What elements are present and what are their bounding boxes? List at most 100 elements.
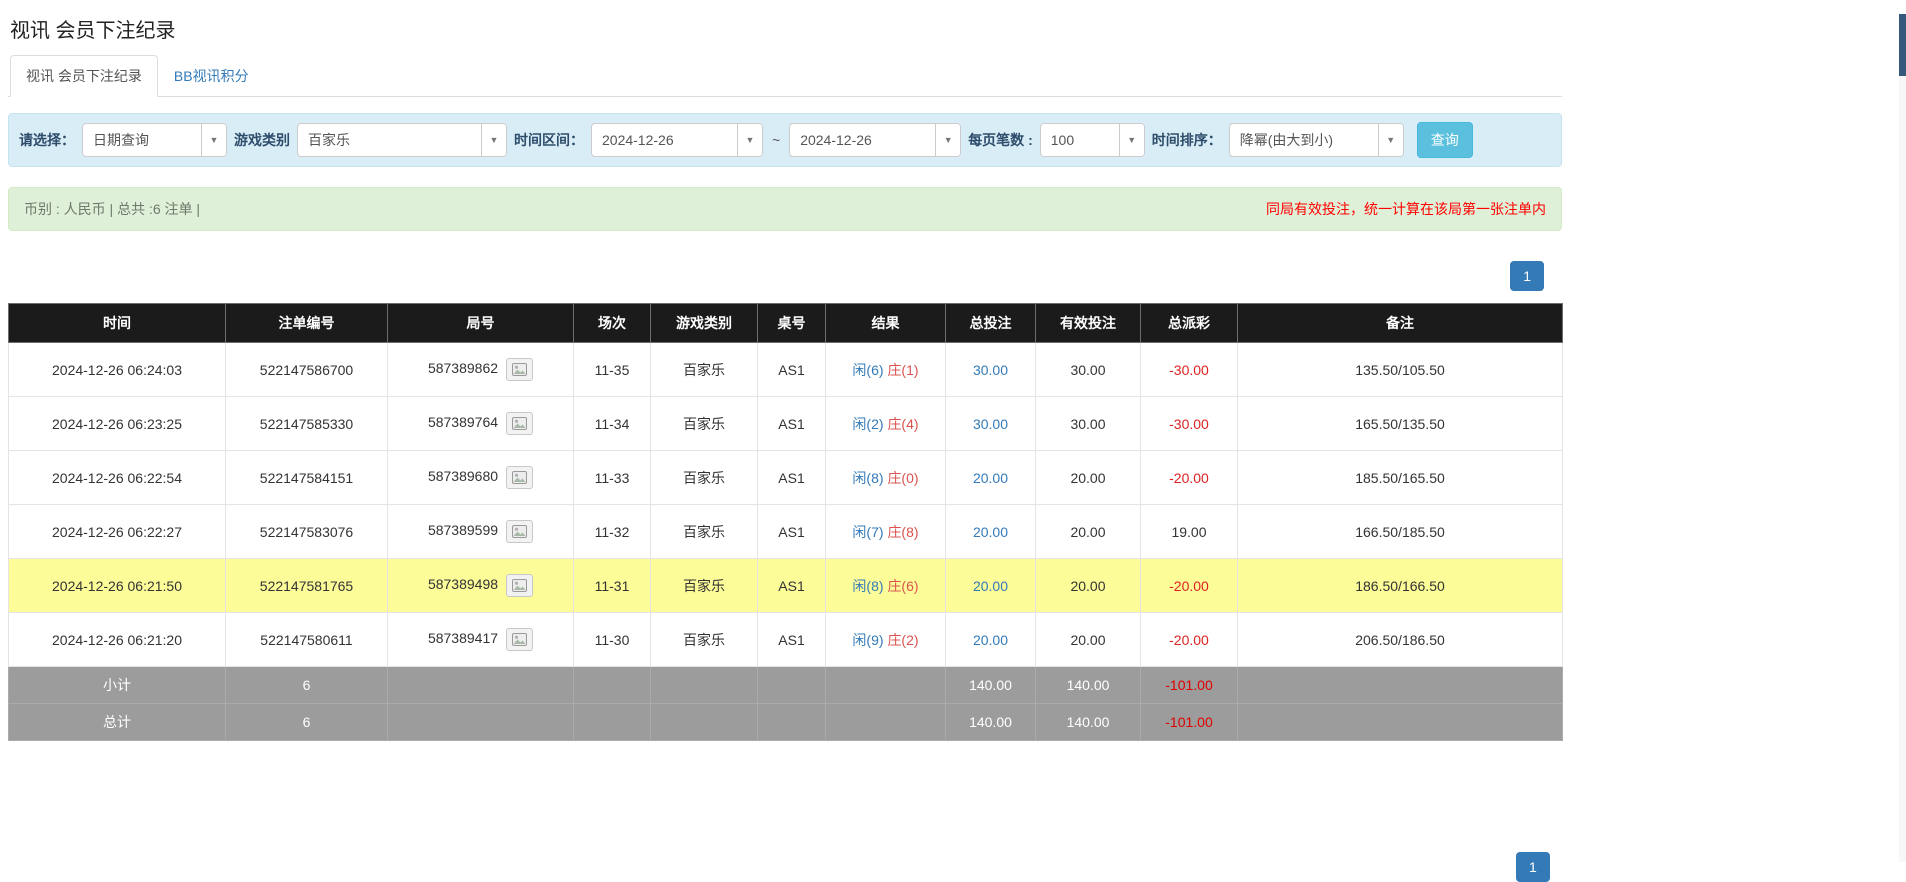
video-snapshot-icon [512,633,527,646]
scrollbar[interactable] [1899,14,1906,862]
cell-session: 11-31 [574,559,651,613]
table-row: 2024-12-26 06:21:50522147581765587389498… [9,559,1563,613]
table-row: 2024-12-26 06:21:20522147580611587389417… [9,613,1563,667]
result-player: 闲(6) [852,362,883,378]
round-video-button[interactable] [506,358,533,381]
round-video-button[interactable] [506,466,533,489]
round-video-button[interactable] [506,412,533,435]
cell-game-type: 百家乐 [651,505,758,559]
table-row: 2024-12-26 06:23:25522147585330587389764… [9,397,1563,451]
cell-round: 587389764 [388,397,574,451]
result-banker: 庄(6) [887,578,918,594]
cell-time: 2024-12-26 06:23:25 [9,397,226,451]
chevron-down-icon: ▼ [737,124,762,156]
column-header: 场次 [574,304,651,343]
cell-remark: 135.50/105.50 [1238,343,1563,397]
cell-valid-bet: 20.00 [1036,451,1141,505]
footer-empty-cell [388,667,574,704]
main-content: 视讯 会员下注纪录 视讯 会员下注纪录 BB视讯积分 请选择： 日期查询 ▼ 游… [8,14,1562,741]
footer-empty-cell [826,704,946,741]
game-type-value: 百家乐 [298,124,481,156]
total-bet-link[interactable]: 20.00 [973,632,1008,648]
cell-game-type: 百家乐 [651,397,758,451]
footer-empty-cell [651,704,758,741]
round-number: 587389764 [428,414,498,430]
query-type-value: 日期查询 [83,124,201,156]
chevron-down-icon: ▼ [1378,124,1403,156]
total-bet-link[interactable]: 30.00 [973,362,1008,378]
round-video-button[interactable] [506,574,533,597]
cell-session: 11-35 [574,343,651,397]
query-type-label: 请选择： [19,130,75,150]
cell-time: 2024-12-26 06:21:20 [9,613,226,667]
cell-session: 11-33 [574,451,651,505]
date-to-value: 2024-12-26 [790,124,935,156]
table-footer-row: 小计6140.00140.00-101.00 [9,667,1563,704]
footer-remark [1238,667,1563,704]
footer-label: 总计 [9,704,226,741]
footer-count: 6 [226,704,388,741]
column-header: 桌号 [758,304,826,343]
round-video-button[interactable] [506,520,533,543]
total-bet-link[interactable]: 20.00 [973,470,1008,486]
column-header: 局号 [388,304,574,343]
cell-valid-bet: 20.00 [1036,613,1141,667]
date-from-value: 2024-12-26 [592,124,737,156]
video-snapshot-icon [512,525,527,538]
table-row: 2024-12-26 06:24:03522147586700587389862… [9,343,1563,397]
footer-label: 小计 [9,667,226,704]
column-header: 结果 [826,304,946,343]
total-bet-link[interactable]: 20.00 [973,524,1008,540]
cell-result: 闲(6) 庄(1) [826,343,946,397]
cell-valid-bet: 30.00 [1036,397,1141,451]
column-header: 有效投注 [1036,304,1141,343]
cell-game-type: 百家乐 [651,343,758,397]
cell-session: 11-32 [574,505,651,559]
search-button[interactable]: 查询 [1417,122,1473,158]
pagination-top: 1 [8,261,1562,291]
chevron-down-icon: ▼ [481,124,506,156]
round-number: 587389862 [428,360,498,376]
video-snapshot-icon [512,363,527,376]
game-type-select[interactable]: 百家乐 ▼ [297,123,507,157]
date-from-input[interactable]: 2024-12-26 ▼ [591,123,763,157]
round-number: 587389417 [428,630,498,646]
page-size-value: 100 [1041,124,1119,156]
time-range-label: 时间区间： [514,130,584,150]
cell-total-bet: 20.00 [946,505,1036,559]
result-banker: 庄(8) [887,524,918,540]
total-bet-link[interactable]: 30.00 [973,416,1008,432]
scrollbar-thumb[interactable] [1899,14,1906,76]
sort-order-label: 时间排序： [1152,130,1222,150]
footer-empty-cell [388,704,574,741]
date-to-input[interactable]: 2024-12-26 ▼ [789,123,961,157]
cell-valid-bet: 30.00 [1036,343,1141,397]
cell-round: 587389417 [388,613,574,667]
query-type-select[interactable]: 日期查询 ▼ [82,123,227,157]
page-button-1[interactable]: 1 [1510,261,1544,291]
cell-round: 587389862 [388,343,574,397]
tab-betting-records[interactable]: 视讯 会员下注纪录 [10,55,158,97]
page-size-select[interactable]: 100 ▼ [1040,123,1145,157]
cell-time: 2024-12-26 06:22:27 [9,505,226,559]
cell-payout: -30.00 [1141,397,1238,451]
summary-note-text: 同局有效投注，统一计算在该局第一张注单内 [1266,199,1546,219]
round-video-button[interactable] [506,628,533,651]
cell-total-bet: 20.00 [946,451,1036,505]
cell-table-no: AS1 [758,613,826,667]
game-type-label: 游戏类别 [234,130,290,150]
total-bet-link[interactable]: 20.00 [973,578,1008,594]
betting-records-table: 时间注单编号局号场次游戏类别桌号结果总投注有效投注总派彩备注 2024-12-2… [8,303,1563,741]
footer-count: 6 [226,667,388,704]
tab-bb-video-points[interactable]: BB视讯积分 [158,55,265,97]
sort-order-select[interactable]: 降幂(由大到小) ▼ [1229,123,1404,157]
cell-table-no: AS1 [758,559,826,613]
chevron-down-icon: ▼ [935,124,960,156]
cell-session: 11-34 [574,397,651,451]
cell-remark: 185.50/165.50 [1238,451,1563,505]
page-button-1-bottom[interactable]: 1 [1516,852,1550,882]
cell-valid-bet: 20.00 [1036,559,1141,613]
footer-payout: -101.00 [1141,667,1238,704]
column-header: 注单编号 [226,304,388,343]
cell-time: 2024-12-26 06:24:03 [9,343,226,397]
